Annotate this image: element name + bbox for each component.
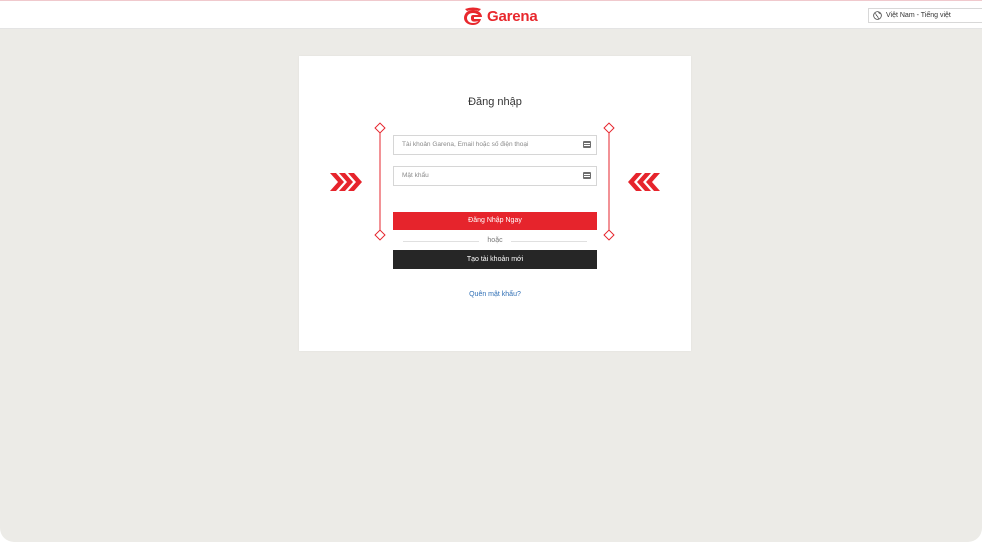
chevron-left-icon <box>628 173 660 191</box>
chevron-right-icon <box>330 173 362 191</box>
language-selector[interactable]: Việt Nam - Tiếng việt <box>868 8 982 23</box>
username-input[interactable]: Tài khoản Garena, Email hoặc số điện tho… <box>393 135 597 155</box>
language-label: Việt Nam - Tiếng việt <box>886 12 951 19</box>
username-placeholder: Tài khoản Garena, Email hoặc số điện tho… <box>402 141 529 148</box>
login-button[interactable]: Đăng Nhập Ngay <box>393 212 597 230</box>
garena-logo-icon <box>464 7 482 25</box>
top-bar: Garena Việt Nam - Tiếng việt <box>0 0 982 29</box>
login-card: Đăng nhập Tài khoản Garena, Email hoặc s… <box>299 56 691 351</box>
keyboard-icon[interactable] <box>583 172 591 179</box>
garena-logo[interactable]: Garena <box>462 6 538 26</box>
page-title: Đăng nhập <box>468 96 522 108</box>
brand-name: Garena <box>487 7 538 25</box>
or-divider: hoặc <box>403 237 587 244</box>
create-account-button[interactable]: Tạo tài khoản mới <box>393 250 597 269</box>
page-background: Garena Việt Nam - Tiếng việt Đăng nhập T… <box>0 0 982 542</box>
password-placeholder: Mật khẩu <box>402 172 429 179</box>
forgot-password-link[interactable]: Quên mật khẩu? <box>299 291 691 298</box>
password-input[interactable]: Mật khẩu <box>393 166 597 186</box>
keyboard-icon[interactable] <box>583 141 591 148</box>
globe-icon <box>873 11 882 20</box>
divider-text: hoặc <box>487 237 503 244</box>
